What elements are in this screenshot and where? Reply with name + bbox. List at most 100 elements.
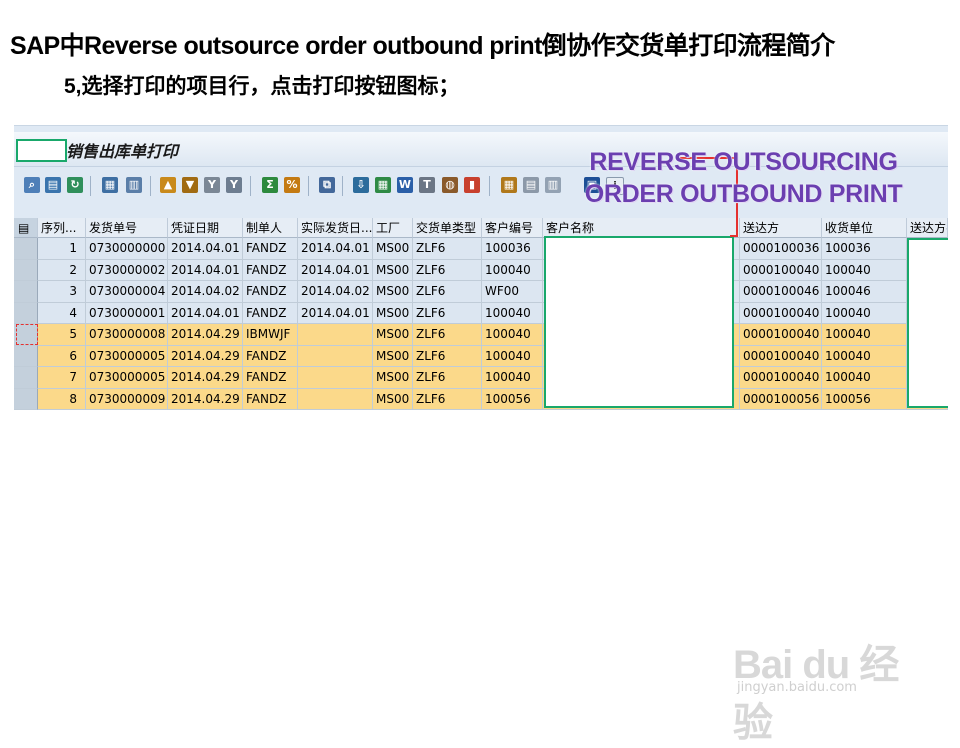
cell-customer-no: 100040 bbox=[482, 302, 543, 324]
column-header-plant[interactable]: 工厂 bbox=[373, 218, 413, 238]
cell-customer-no: 100040 bbox=[482, 345, 543, 367]
redacted-customer-name-box bbox=[544, 236, 734, 408]
cell-doc-no: 0730000000 bbox=[86, 238, 168, 260]
cell-ship-to: 0000100040 bbox=[740, 302, 822, 324]
cell-seq: 3 bbox=[38, 281, 86, 303]
cell-ship-date bbox=[298, 388, 373, 410]
cell-seq: 4 bbox=[38, 302, 86, 324]
find-icon[interactable]: ⌕ bbox=[24, 177, 40, 193]
subtotal-icon[interactable]: % bbox=[284, 177, 300, 193]
cell-doc-date: 2014.04.29 bbox=[168, 367, 243, 389]
cell-receiver: 100040 bbox=[822, 259, 907, 281]
cell-receiver: 100040 bbox=[822, 302, 907, 324]
graphic-icon[interactable]: ◍ bbox=[442, 177, 458, 193]
cell-doc-no: 0730000009 bbox=[86, 388, 168, 410]
cell-doc-no: 0730000002 bbox=[86, 259, 168, 281]
slide-title: SAP中Reverse outsource order outbound pri… bbox=[10, 32, 835, 60]
cell-seq: 8 bbox=[38, 388, 86, 410]
cell-delivery-type: ZLF6 bbox=[413, 281, 482, 303]
cell-doc-date: 2014.04.01 bbox=[168, 302, 243, 324]
cell-doc-date: 2014.04.29 bbox=[168, 324, 243, 346]
cell-creator: FANDZ bbox=[243, 345, 298, 367]
cell-doc-date: 2014.04.01 bbox=[168, 259, 243, 281]
detail-icon[interactable]: ▤ bbox=[45, 177, 61, 193]
word-icon[interactable]: W bbox=[397, 177, 413, 193]
filter-delete-icon[interactable]: Y bbox=[204, 177, 220, 193]
cell-customer-no: 100056 bbox=[482, 388, 543, 410]
toolbar-separator bbox=[90, 176, 91, 196]
column-header-seq[interactable]: 序列... bbox=[38, 218, 86, 238]
cell-ship-to: 0000100056 bbox=[740, 388, 822, 410]
row-select-button[interactable] bbox=[14, 367, 38, 389]
row-select-button[interactable] bbox=[14, 388, 38, 410]
filter-icon[interactable]: ▼ bbox=[182, 177, 198, 193]
redacted-box bbox=[16, 139, 67, 162]
row-select-button[interactable] bbox=[14, 345, 38, 367]
cell-creator: FANDZ bbox=[243, 367, 298, 389]
cell-customer-no: 100040 bbox=[482, 324, 543, 346]
cell-doc-date: 2014.04.02 bbox=[168, 281, 243, 303]
column-header-creator[interactable]: 制单人 bbox=[243, 218, 298, 238]
cell-ship-to: 0000100040 bbox=[740, 324, 822, 346]
export-icon[interactable]: ▦ bbox=[102, 177, 118, 193]
cell-ship-date: 2014.04.01 bbox=[298, 259, 373, 281]
cell-plant: MS00 bbox=[373, 281, 413, 303]
cell-creator: FANDZ bbox=[243, 238, 298, 260]
download-icon[interactable]: ⇩ bbox=[353, 177, 369, 193]
layout-icon[interactable]: ▥ bbox=[126, 177, 142, 193]
cell-customer-no: 100040 bbox=[482, 367, 543, 389]
column-header-customer-no[interactable]: 客户编号 bbox=[482, 218, 543, 238]
sum-icon[interactable]: Σ bbox=[262, 177, 278, 193]
cell-receiver: 100056 bbox=[822, 388, 907, 410]
cell-delivery-type: ZLF6 bbox=[413, 367, 482, 389]
cell-ship-date bbox=[298, 345, 373, 367]
cell-ship-date: 2014.04.01 bbox=[298, 238, 373, 260]
column-header-customer-name[interactable]: 客户名称 bbox=[543, 218, 740, 238]
column-header-ship-to[interactable]: 送达方 bbox=[740, 218, 822, 238]
column-header-doc-date[interactable]: 凭证日期 bbox=[168, 218, 243, 238]
refresh-icon[interactable]: ↻ bbox=[67, 177, 83, 193]
spreadsheet-icon[interactable]: ▦ bbox=[375, 177, 391, 193]
toolbar-separator bbox=[489, 176, 490, 196]
cell-receiver: 100036 bbox=[822, 238, 907, 260]
row-select-button[interactable] bbox=[14, 302, 38, 324]
choose-layout-icon[interactable]: ▤ bbox=[523, 177, 539, 193]
cell-ship-to: 0000100040 bbox=[740, 367, 822, 389]
column-header-ship-to-name[interactable]: 送达方名 bbox=[907, 218, 948, 238]
cell-doc-no: 0730000008 bbox=[86, 324, 168, 346]
row-select-button[interactable] bbox=[14, 281, 38, 303]
cell-plant: MS00 bbox=[373, 345, 413, 367]
cell-seq: 7 bbox=[38, 367, 86, 389]
toolbar-separator bbox=[342, 176, 343, 196]
grid-icon[interactable]: ▦ bbox=[501, 177, 517, 193]
cell-delivery-type: ZLF6 bbox=[413, 238, 482, 260]
save-layout-icon[interactable]: ▥ bbox=[545, 177, 561, 193]
watermark-line-1: REVERSE OUTSOURCING bbox=[589, 148, 898, 176]
column-header-ship-date[interactable]: 实际发货日... bbox=[298, 218, 373, 238]
cell-creator: FANDZ bbox=[243, 281, 298, 303]
row-select-button[interactable] bbox=[14, 238, 38, 260]
column-header-doc-no[interactable]: 发货单号 bbox=[86, 218, 168, 238]
row-select-button[interactable] bbox=[14, 259, 38, 281]
cell-ship-date: 2014.04.01 bbox=[298, 302, 373, 324]
cell-customer-no: 100036 bbox=[482, 238, 543, 260]
cell-creator: FANDZ bbox=[243, 388, 298, 410]
cell-delivery-type: ZLF6 bbox=[413, 302, 482, 324]
cell-doc-no: 0730000005 bbox=[86, 345, 168, 367]
column-header-receiver[interactable]: 收货单位 bbox=[822, 218, 907, 238]
cell-creator: FANDZ bbox=[243, 302, 298, 324]
filter-settings-icon[interactable]: Y bbox=[226, 177, 242, 193]
cell-creator: IBMWJF bbox=[243, 324, 298, 346]
cell-receiver: 100040 bbox=[822, 345, 907, 367]
cell-delivery-type: ZLF6 bbox=[413, 345, 482, 367]
select-all-button[interactable]: ▤ bbox=[14, 218, 38, 238]
chart-icon[interactable]: ▮ bbox=[464, 177, 480, 193]
sort-ascending-icon[interactable]: ▲ bbox=[160, 177, 176, 193]
print-preview-icon[interactable]: ⧉ bbox=[319, 177, 335, 193]
cell-customer-no: 100040 bbox=[482, 259, 543, 281]
cell-ship-date: 2014.04.02 bbox=[298, 281, 373, 303]
column-header-delivery-type[interactable]: 交货单类型 bbox=[413, 218, 482, 238]
abc-analysis-icon[interactable]: T bbox=[419, 177, 435, 193]
cell-seq: 2 bbox=[38, 259, 86, 281]
cell-ship-to: 0000100036 bbox=[740, 238, 822, 260]
